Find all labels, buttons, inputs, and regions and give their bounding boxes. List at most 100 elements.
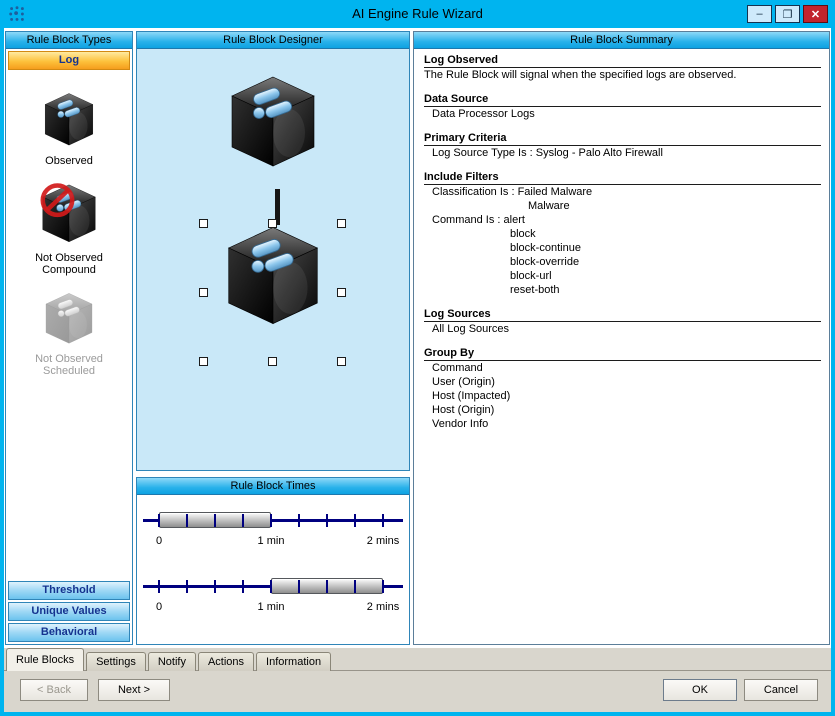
- rule-block-type-not-observed-compound[interactable]: Not Observed Compound: [6, 181, 132, 276]
- window-title: AI Engine Rule Wizard: [0, 0, 835, 28]
- ok-button[interactable]: OK: [663, 679, 737, 701]
- slider-tick-label: 0: [156, 535, 162, 547]
- rule-block-summary-header: Rule Block Summary: [414, 32, 829, 49]
- summary-line: Log Source Type Is : Syslog - Palo Alto …: [424, 147, 821, 160]
- selection-handle[interactable]: [337, 288, 346, 297]
- rule-block-type-label: Not Observed Scheduled: [22, 353, 116, 377]
- title-bar[interactable]: AI Engine Rule Wizard – ❐ ✕: [0, 0, 835, 28]
- slider-track-area[interactable]: [137, 573, 409, 599]
- minimize-icon: –: [756, 8, 762, 20]
- maximize-button[interactable]: ❐: [775, 5, 800, 23]
- slider-tick-label: 1 min: [258, 535, 285, 547]
- scheduled-cube-icon-disabled: [39, 290, 99, 346]
- slider-tick: [326, 580, 328, 593]
- rule-block-time-slider[interactable]: 0 1 min 2 mins: [137, 573, 409, 615]
- slider-tick: [214, 514, 216, 527]
- slider-tick: [354, 580, 356, 593]
- tab-bar: Rule BlocksSettingsNotifyActionsInformat…: [6, 648, 333, 671]
- slider-tick: [354, 514, 356, 527]
- tab-settings[interactable]: Settings: [86, 652, 146, 671]
- rule-block-node-selected[interactable]: [217, 221, 329, 329]
- rule-block-type-observed[interactable]: Observed: [6, 90, 132, 167]
- back-button: < Back: [20, 679, 88, 701]
- selection-handle[interactable]: [199, 219, 208, 228]
- rule-block-node[interactable]: [221, 71, 325, 171]
- rule-block-type-label: Observed: [45, 155, 93, 167]
- slider-tick: [158, 580, 160, 593]
- slider-tick: [326, 514, 328, 527]
- ai-engine-rule-wizard-window: AI Engine Rule Wizard – ❐ ✕ Rule Block T…: [0, 0, 835, 716]
- slider-tick-label: 2 mins: [367, 601, 399, 613]
- summary-section-heading: Include Filters: [424, 171, 821, 185]
- behavioral-category-button[interactable]: Behavioral: [8, 623, 130, 642]
- summary-section-heading: Group By: [424, 347, 821, 361]
- bottom-strip: Rule BlocksSettingsNotifyActionsInformat…: [4, 648, 831, 712]
- slider-labels: 0 1 min 2 mins: [137, 601, 409, 615]
- selection-handle[interactable]: [268, 219, 277, 228]
- category-buttons: Threshold Unique Values Behavioral: [6, 579, 132, 644]
- slider-tick: [298, 580, 300, 593]
- rule-block-designer-header: Rule Block Designer: [137, 32, 409, 49]
- selection-handle[interactable]: [337, 219, 346, 228]
- selection-handle[interactable]: [199, 357, 208, 366]
- summary-line: Vendor Info: [424, 418, 821, 431]
- rule-block-type-label: Not Observed Compound: [22, 252, 116, 276]
- slider-tick: [242, 580, 244, 593]
- summary-sections: Log ObservedThe Rule Block will signal w…: [414, 49, 829, 644]
- threshold-category-button[interactable]: Threshold: [8, 581, 130, 600]
- rule-block-times-header: Rule Block Times: [137, 478, 409, 495]
- summary-section-heading: Data Source: [424, 93, 821, 107]
- summary-line: Command Is : alert: [424, 214, 821, 227]
- selection-handle[interactable]: [268, 357, 277, 366]
- rule-block-times-panel: Rule Block Times 0 1 min 2 mins 0 1 min 2 mi…: [136, 477, 410, 645]
- slider-tick-label: 1 min: [258, 601, 285, 613]
- summary-line: block-override: [424, 256, 821, 269]
- summary-line: block-continue: [424, 242, 821, 255]
- summary-line: The Rule Block will signal when the spec…: [424, 69, 821, 82]
- summary-line: block: [424, 228, 821, 241]
- slider-track-area[interactable]: [137, 507, 409, 533]
- minimize-button[interactable]: –: [747, 5, 772, 23]
- summary-line: Malware: [424, 200, 821, 213]
- rule-block-times-body: 0 1 min 2 mins 0 1 min 2 mins: [137, 495, 409, 644]
- rule-block-designer-canvas[interactable]: [137, 49, 409, 470]
- maximize-icon: ❐: [783, 8, 793, 21]
- window-controls: – ❐ ✕: [747, 5, 828, 23]
- rule-block-types-header: Rule Block Types: [6, 32, 132, 49]
- tab-actions[interactable]: Actions: [198, 652, 254, 671]
- summary-line: Command: [424, 362, 821, 375]
- slider-tick: [242, 514, 244, 527]
- slider-tick: [382, 580, 384, 593]
- selection-handle[interactable]: [199, 288, 208, 297]
- selection-handle[interactable]: [337, 357, 346, 366]
- rule-block-time-slider[interactable]: 01 min2 mins: [137, 507, 409, 549]
- slider-tick: [186, 514, 188, 527]
- tab-rule-blocks[interactable]: Rule Blocks: [6, 648, 84, 671]
- client-area: Rule Block Types Log Observed Not Observ…: [4, 28, 831, 712]
- unique-values-category-button[interactable]: Unique Values: [8, 602, 130, 621]
- close-button[interactable]: ✕: [803, 5, 828, 23]
- log-category-button[interactable]: Log: [8, 51, 130, 70]
- next-button[interactable]: Next >: [98, 679, 170, 701]
- slider-tick: [158, 514, 160, 527]
- cancel-button[interactable]: Cancel: [744, 679, 818, 701]
- summary-line: Classification Is : Failed Malware: [424, 186, 821, 199]
- rule-block-type-not-observed-scheduled: Not Observed Scheduled: [6, 290, 132, 377]
- rule-block-types-panel: Rule Block Types Log Observed Not Observ…: [5, 31, 133, 645]
- summary-section-heading: Primary Criteria: [424, 132, 821, 146]
- slider-tick-label: 0: [156, 601, 162, 613]
- tab-information[interactable]: Information: [256, 652, 331, 671]
- tab-notify[interactable]: Notify: [148, 652, 196, 671]
- slider-labels: 01 min2 mins: [137, 535, 409, 549]
- slider-tick: [270, 514, 272, 527]
- summary-section-heading: Log Observed: [424, 54, 821, 68]
- summary-line: block-url: [424, 270, 821, 283]
- not-observed-cube-icon: [36, 181, 102, 245]
- summary-section-heading: Log Sources: [424, 308, 821, 322]
- summary-line: Data Processor Logs: [424, 108, 821, 121]
- close-icon: ✕: [811, 8, 820, 21]
- rule-block-designer-panel: Rule Block Designer: [136, 31, 410, 471]
- summary-line: Host (Origin): [424, 404, 821, 417]
- slider-tick: [382, 514, 384, 527]
- slider-tick: [270, 580, 272, 593]
